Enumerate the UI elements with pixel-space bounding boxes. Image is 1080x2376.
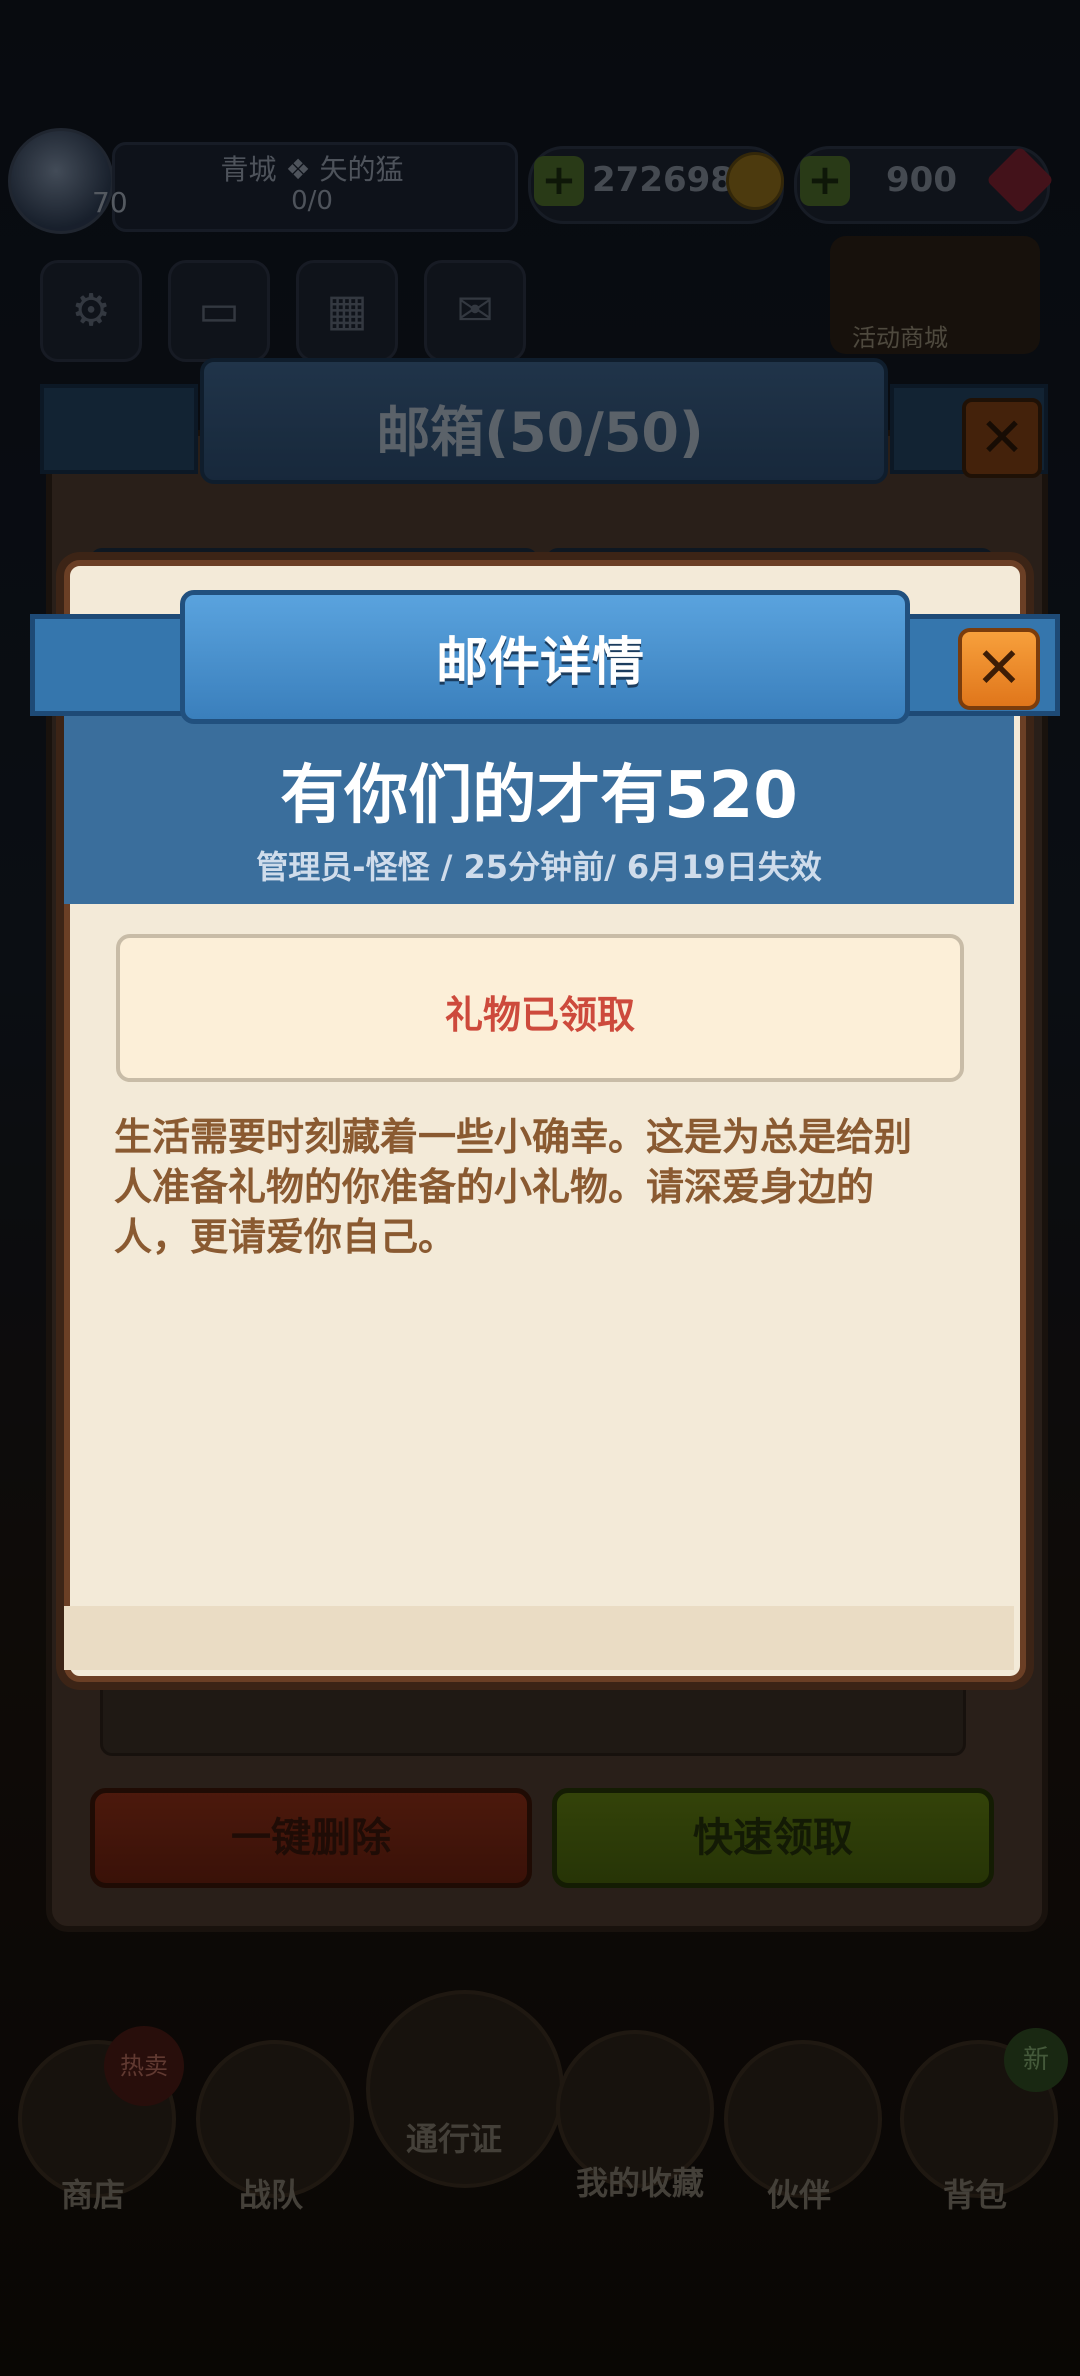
gift-status-text: 礼物已领取 (444, 993, 635, 1037)
mail-body-text: 生活需要时刻藏着一些小确幸。这是为总是给别人准备礼物的你准备的小礼物。请深爱身边… (114, 1115, 913, 1259)
paper-edge (64, 1606, 1014, 1670)
mail-meta: 管理员-怪怪 / 25分钟前/ 6月19日失效 (256, 848, 822, 886)
mail-detail-title: 邮件详情 (435, 633, 644, 693)
close-icon[interactable]: ✕ (958, 628, 1040, 710)
mail-subject: 有你们的才有520 (280, 759, 798, 833)
